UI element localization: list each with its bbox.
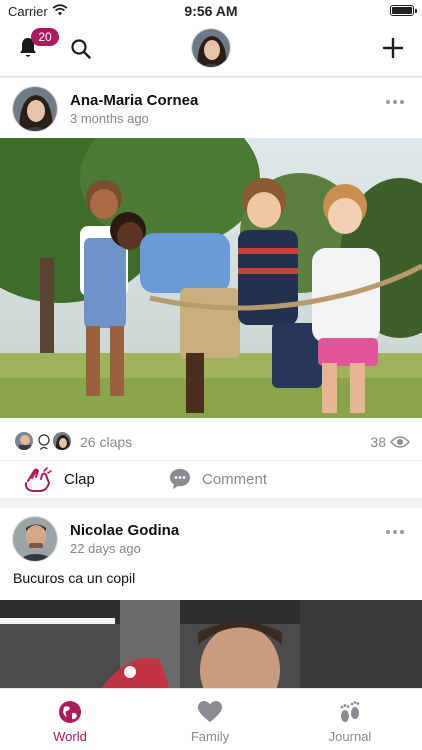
clapper-avatar[interactable]	[14, 431, 34, 451]
tab-label: Journal	[328, 729, 372, 744]
views-count: 38	[370, 434, 386, 450]
post-caption: Bucuros ca un copil	[13, 570, 136, 586]
clapper-avatar[interactable]	[52, 431, 72, 451]
clap-icon	[24, 467, 52, 492]
tab-label: Family	[190, 729, 230, 744]
clap-button[interactable]: Clap	[22, 463, 132, 495]
more-icon[interactable]	[386, 100, 404, 106]
tab-label: World	[53, 729, 87, 744]
clapper-avatar[interactable]	[33, 431, 53, 451]
tab-world[interactable]: World	[0, 689, 140, 750]
claps-count[interactable]: 26 claps	[80, 434, 132, 450]
footprints-icon	[340, 701, 360, 722]
author-name[interactable]: Ana-Maria Cornea	[70, 92, 198, 109]
tab-journal[interactable]: Journal	[280, 689, 420, 750]
heart-icon	[198, 701, 222, 722]
comment-icon	[170, 469, 190, 489]
post-time: 3 months ago	[70, 111, 149, 126]
post-card: Nicolae Godina 22 days ago Bucuros ca un…	[0, 508, 422, 688]
post-photo[interactable]	[0, 138, 422, 418]
tab-bar: World Family Journal	[0, 688, 422, 750]
comment-button[interactable]: Comment	[166, 463, 286, 495]
more-icon[interactable]	[386, 530, 404, 536]
post-photo[interactable]	[0, 600, 422, 688]
clap-label: Clap	[64, 471, 95, 488]
tab-family[interactable]: Family	[140, 689, 280, 750]
notification-badge[interactable]: 20	[31, 28, 59, 46]
claps-row: 26 claps 38	[0, 426, 422, 456]
post-time: 22 days ago	[70, 541, 141, 556]
battery-icon	[390, 5, 417, 16]
feed[interactable]: Ana-Maria Cornea 3 months ago 26 claps 3…	[0, 78, 422, 688]
status-bar: Carrier 9:56 AM	[0, 0, 422, 22]
post-actions: Clap Comment	[0, 460, 422, 496]
author-avatar[interactable]	[12, 516, 58, 562]
eye-icon	[390, 436, 410, 448]
search-icon[interactable]	[70, 38, 92, 60]
author-name[interactable]: Nicolae Godina	[70, 522, 179, 539]
top-bar: 20	[0, 22, 422, 77]
plus-icon[interactable]	[382, 37, 404, 59]
world-icon	[59, 701, 81, 723]
comment-label: Comment	[202, 471, 268, 488]
clock: 9:56 AM	[184, 3, 238, 19]
author-avatar[interactable]	[12, 86, 58, 132]
post-card: Ana-Maria Cornea 3 months ago 26 claps 3…	[0, 78, 422, 498]
profile-avatar[interactable]	[191, 28, 231, 68]
